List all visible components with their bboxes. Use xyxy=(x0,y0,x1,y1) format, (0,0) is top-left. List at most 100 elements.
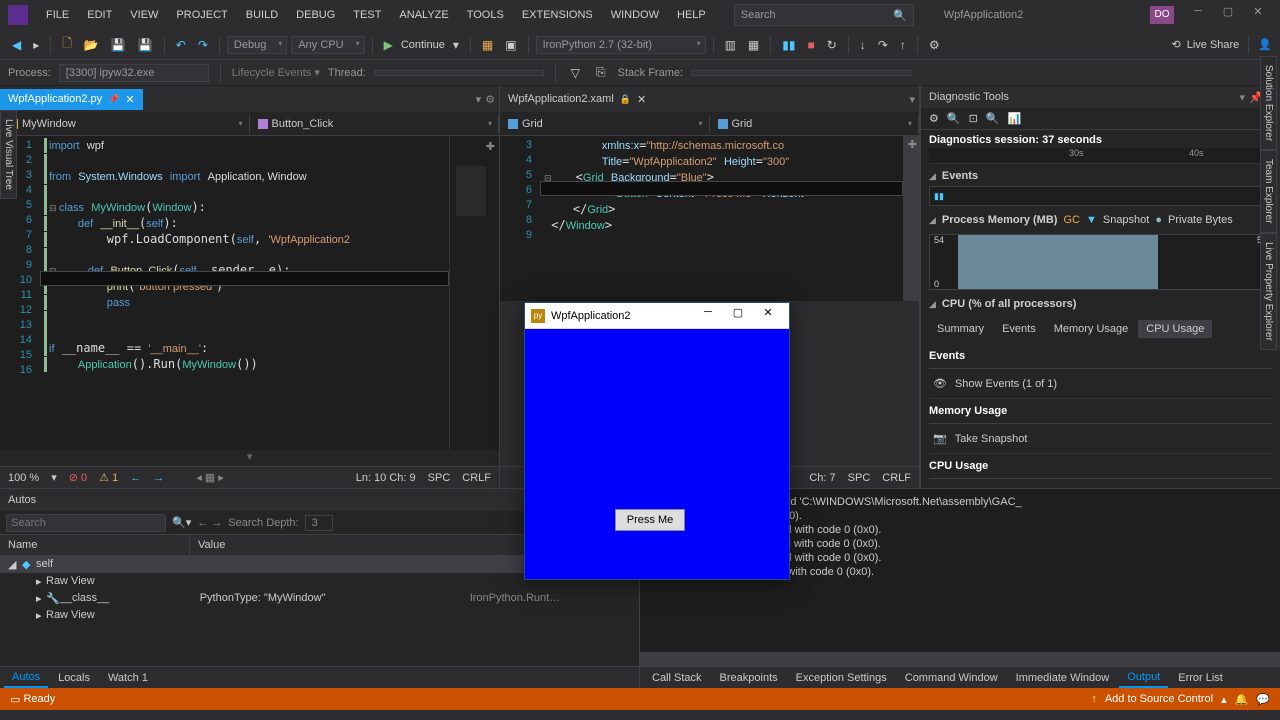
config-dropdown[interactable]: Debug xyxy=(227,36,287,54)
stack-dropdown[interactable] xyxy=(691,70,911,76)
v-scrollbar[interactable]: ✚ xyxy=(903,136,919,301)
eol-mode[interactable]: CRLF xyxy=(882,472,911,484)
feedback-icon[interactable]: 💬 xyxy=(1256,693,1270,706)
tab-dropdown-icon[interactable]: ▾ xyxy=(476,93,482,106)
show-events-item[interactable]: 👁Show Events (1 of 1) xyxy=(929,369,1272,399)
prev-issue-icon[interactable]: ← xyxy=(130,472,141,484)
tab-summary[interactable]: Summary xyxy=(929,320,992,338)
close-icon[interactable]: ✕ xyxy=(125,93,134,106)
tools-icon[interactable]: ⚙ xyxy=(925,36,944,54)
next-issue-icon[interactable]: → xyxy=(153,472,164,484)
indent-mode[interactable]: SPC xyxy=(428,472,451,484)
popup-minimize-button[interactable]: ─ xyxy=(693,306,723,326)
step-into-icon[interactable]: ↓ xyxy=(856,36,870,54)
collapse-icon[interactable]: ◢ xyxy=(929,299,936,310)
stop-icon[interactable]: ■ xyxy=(803,36,818,54)
depth-dropdown[interactable]: 3 xyxy=(305,515,333,531)
pin-icon[interactable]: 📌 xyxy=(108,94,119,105)
tab-breakpoints[interactable]: Breakpoints xyxy=(712,669,786,687)
menu-project[interactable]: PROJECT xyxy=(168,5,235,25)
save-all-icon[interactable]: 💾 xyxy=(134,36,157,54)
menu-analyze[interactable]: ANALYZE xyxy=(391,5,456,25)
close-button[interactable]: ✕ xyxy=(1244,5,1272,25)
events-track[interactable]: ▮▮ xyxy=(929,186,1272,206)
tab-watch[interactable]: Watch 1 xyxy=(100,669,156,687)
xaml-nav-right[interactable]: Grid xyxy=(710,115,920,133)
autos-search-input[interactable] xyxy=(6,514,166,532)
xaml-editor[interactable]: 3456789 xmlns:x="http://schemas.microsof… xyxy=(500,136,919,301)
tab-events[interactable]: Events xyxy=(994,320,1044,338)
zoom-fit-icon[interactable]: ⊡ xyxy=(969,112,978,125)
nav-fwd-icon[interactable]: ▸ xyxy=(29,36,43,54)
chart-icon[interactable]: 📊 xyxy=(1008,112,1022,125)
menu-file[interactable]: FILE xyxy=(38,5,77,25)
search-input[interactable]: Search 🔍 xyxy=(734,4,914,26)
press-me-button[interactable]: Press Me xyxy=(615,509,685,531)
lifecycle-dropdown[interactable]: Lifecycle Events ▾ xyxy=(232,66,320,79)
user-badge[interactable]: DO xyxy=(1150,6,1174,24)
tab-command[interactable]: Command Window xyxy=(897,669,1006,687)
tab-errorlist[interactable]: Error List xyxy=(1170,669,1231,687)
sidebar-live-visual-tree[interactable]: Live Visual Tree xyxy=(0,110,17,199)
step-out-icon[interactable]: ↑ xyxy=(896,36,910,54)
take-snapshot-item[interactable]: 📷Take Snapshot xyxy=(929,424,1272,454)
code-editor[interactable]: 12345678910111213141516 import wpf from … xyxy=(0,136,499,450)
layout2-icon[interactable]: ▦ xyxy=(744,36,763,54)
tab-cpu[interactable]: CPU Usage xyxy=(1138,320,1212,338)
tab-locals[interactable]: Locals xyxy=(50,669,98,687)
nav-back-icon[interactable]: ◀ xyxy=(8,36,25,54)
warning-count[interactable]: ⚠ 1 xyxy=(99,471,118,484)
tab-dropdown-icon[interactable]: ▾ xyxy=(909,93,915,106)
source-control-button[interactable]: Add to Source Control xyxy=(1105,693,1213,705)
minimap[interactable]: ✚ xyxy=(449,136,499,450)
tab-autos[interactable]: Autos xyxy=(4,668,48,688)
tab-xaml-file[interactable]: WpfApplication2.xaml 🔒 ✕ xyxy=(500,89,654,110)
table-row[interactable]: ▸Raw View xyxy=(0,607,639,624)
python-env-dropdown[interactable]: IronPython 2.7 (32-bit) xyxy=(536,36,706,54)
undo-icon[interactable]: ↶ xyxy=(172,36,190,54)
search-icon[interactable]: 🔍▾ xyxy=(172,516,191,529)
menu-build[interactable]: BUILD xyxy=(238,5,286,25)
save-icon[interactable]: 💾 xyxy=(107,36,130,54)
code-content[interactable]: import wpf from System.Windows import Ap… xyxy=(40,136,449,450)
tab-immediate[interactable]: Immediate Window xyxy=(1008,669,1118,687)
memory-chart[interactable]: 54 0 54 0 xyxy=(929,234,1272,290)
sidebar-live-property[interactable]: Live Property Explorer xyxy=(1260,233,1277,350)
menu-view[interactable]: VIEW xyxy=(122,5,166,25)
filter-icon[interactable]: ▽ xyxy=(567,64,584,82)
live-share-button[interactable]: Live Share xyxy=(1187,39,1240,51)
popup-close-button[interactable]: ✕ xyxy=(753,306,783,326)
indent-mode[interactable]: SPC xyxy=(848,472,871,484)
menu-window[interactable]: WINDOW xyxy=(603,5,667,25)
continue-icon[interactable]: ▶ xyxy=(380,36,397,54)
sidebar-solution-explorer[interactable]: Solution Explorer xyxy=(1260,56,1277,150)
timeline-ruler[interactable]: 30s 40s xyxy=(929,148,1272,164)
zoom-in-icon[interactable]: 🔍 xyxy=(947,112,961,125)
notifications-icon[interactable]: 🔔 xyxy=(1235,693,1249,706)
step-over-icon[interactable]: ↷ xyxy=(874,36,892,54)
browser-icon[interactable]: ▣ xyxy=(501,36,520,54)
eol-mode[interactable]: CRLF xyxy=(462,472,491,484)
error-count[interactable]: ⊘ 0 xyxy=(69,471,87,484)
xaml-nav-left[interactable]: Grid xyxy=(500,115,710,133)
tab-memory[interactable]: Memory Usage xyxy=(1046,320,1137,338)
popup-titlebar[interactable]: py WpfApplication2 ─ ▢ ✕ xyxy=(525,303,789,329)
menu-edit[interactable]: EDIT xyxy=(79,5,120,25)
popup-maximize-button[interactable]: ▢ xyxy=(723,306,753,326)
h-scrollbar[interactable] xyxy=(640,652,1280,666)
settings-icon[interactable]: ⚙ xyxy=(929,112,939,125)
menu-debug[interactable]: DEBUG xyxy=(288,5,343,25)
member-nav-dropdown[interactable]: Button_Click xyxy=(250,115,500,133)
platform-dropdown[interactable]: Any CPU xyxy=(291,36,364,54)
menu-test[interactable]: TEST xyxy=(345,5,389,25)
chevron-up-icon[interactable]: ▴ xyxy=(1221,693,1227,706)
zoom-dropdown[interactable]: 100 % xyxy=(8,472,39,484)
maximize-button[interactable]: ▢ xyxy=(1214,5,1242,25)
tab-gear-icon[interactable]: ⚙ xyxy=(485,93,495,106)
thread-icon[interactable]: ⎘ xyxy=(592,63,610,82)
xaml-content[interactable]: xmlns:x="http://schemas.microsoft.co Tit… xyxy=(540,136,903,301)
thread-dropdown[interactable] xyxy=(374,70,544,76)
new-project-icon[interactable]: 🗋 xyxy=(58,32,76,57)
process-dropdown[interactable]: [3300] ipyw32.exe xyxy=(59,64,209,82)
menu-extensions[interactable]: EXTENSIONS xyxy=(514,5,601,25)
